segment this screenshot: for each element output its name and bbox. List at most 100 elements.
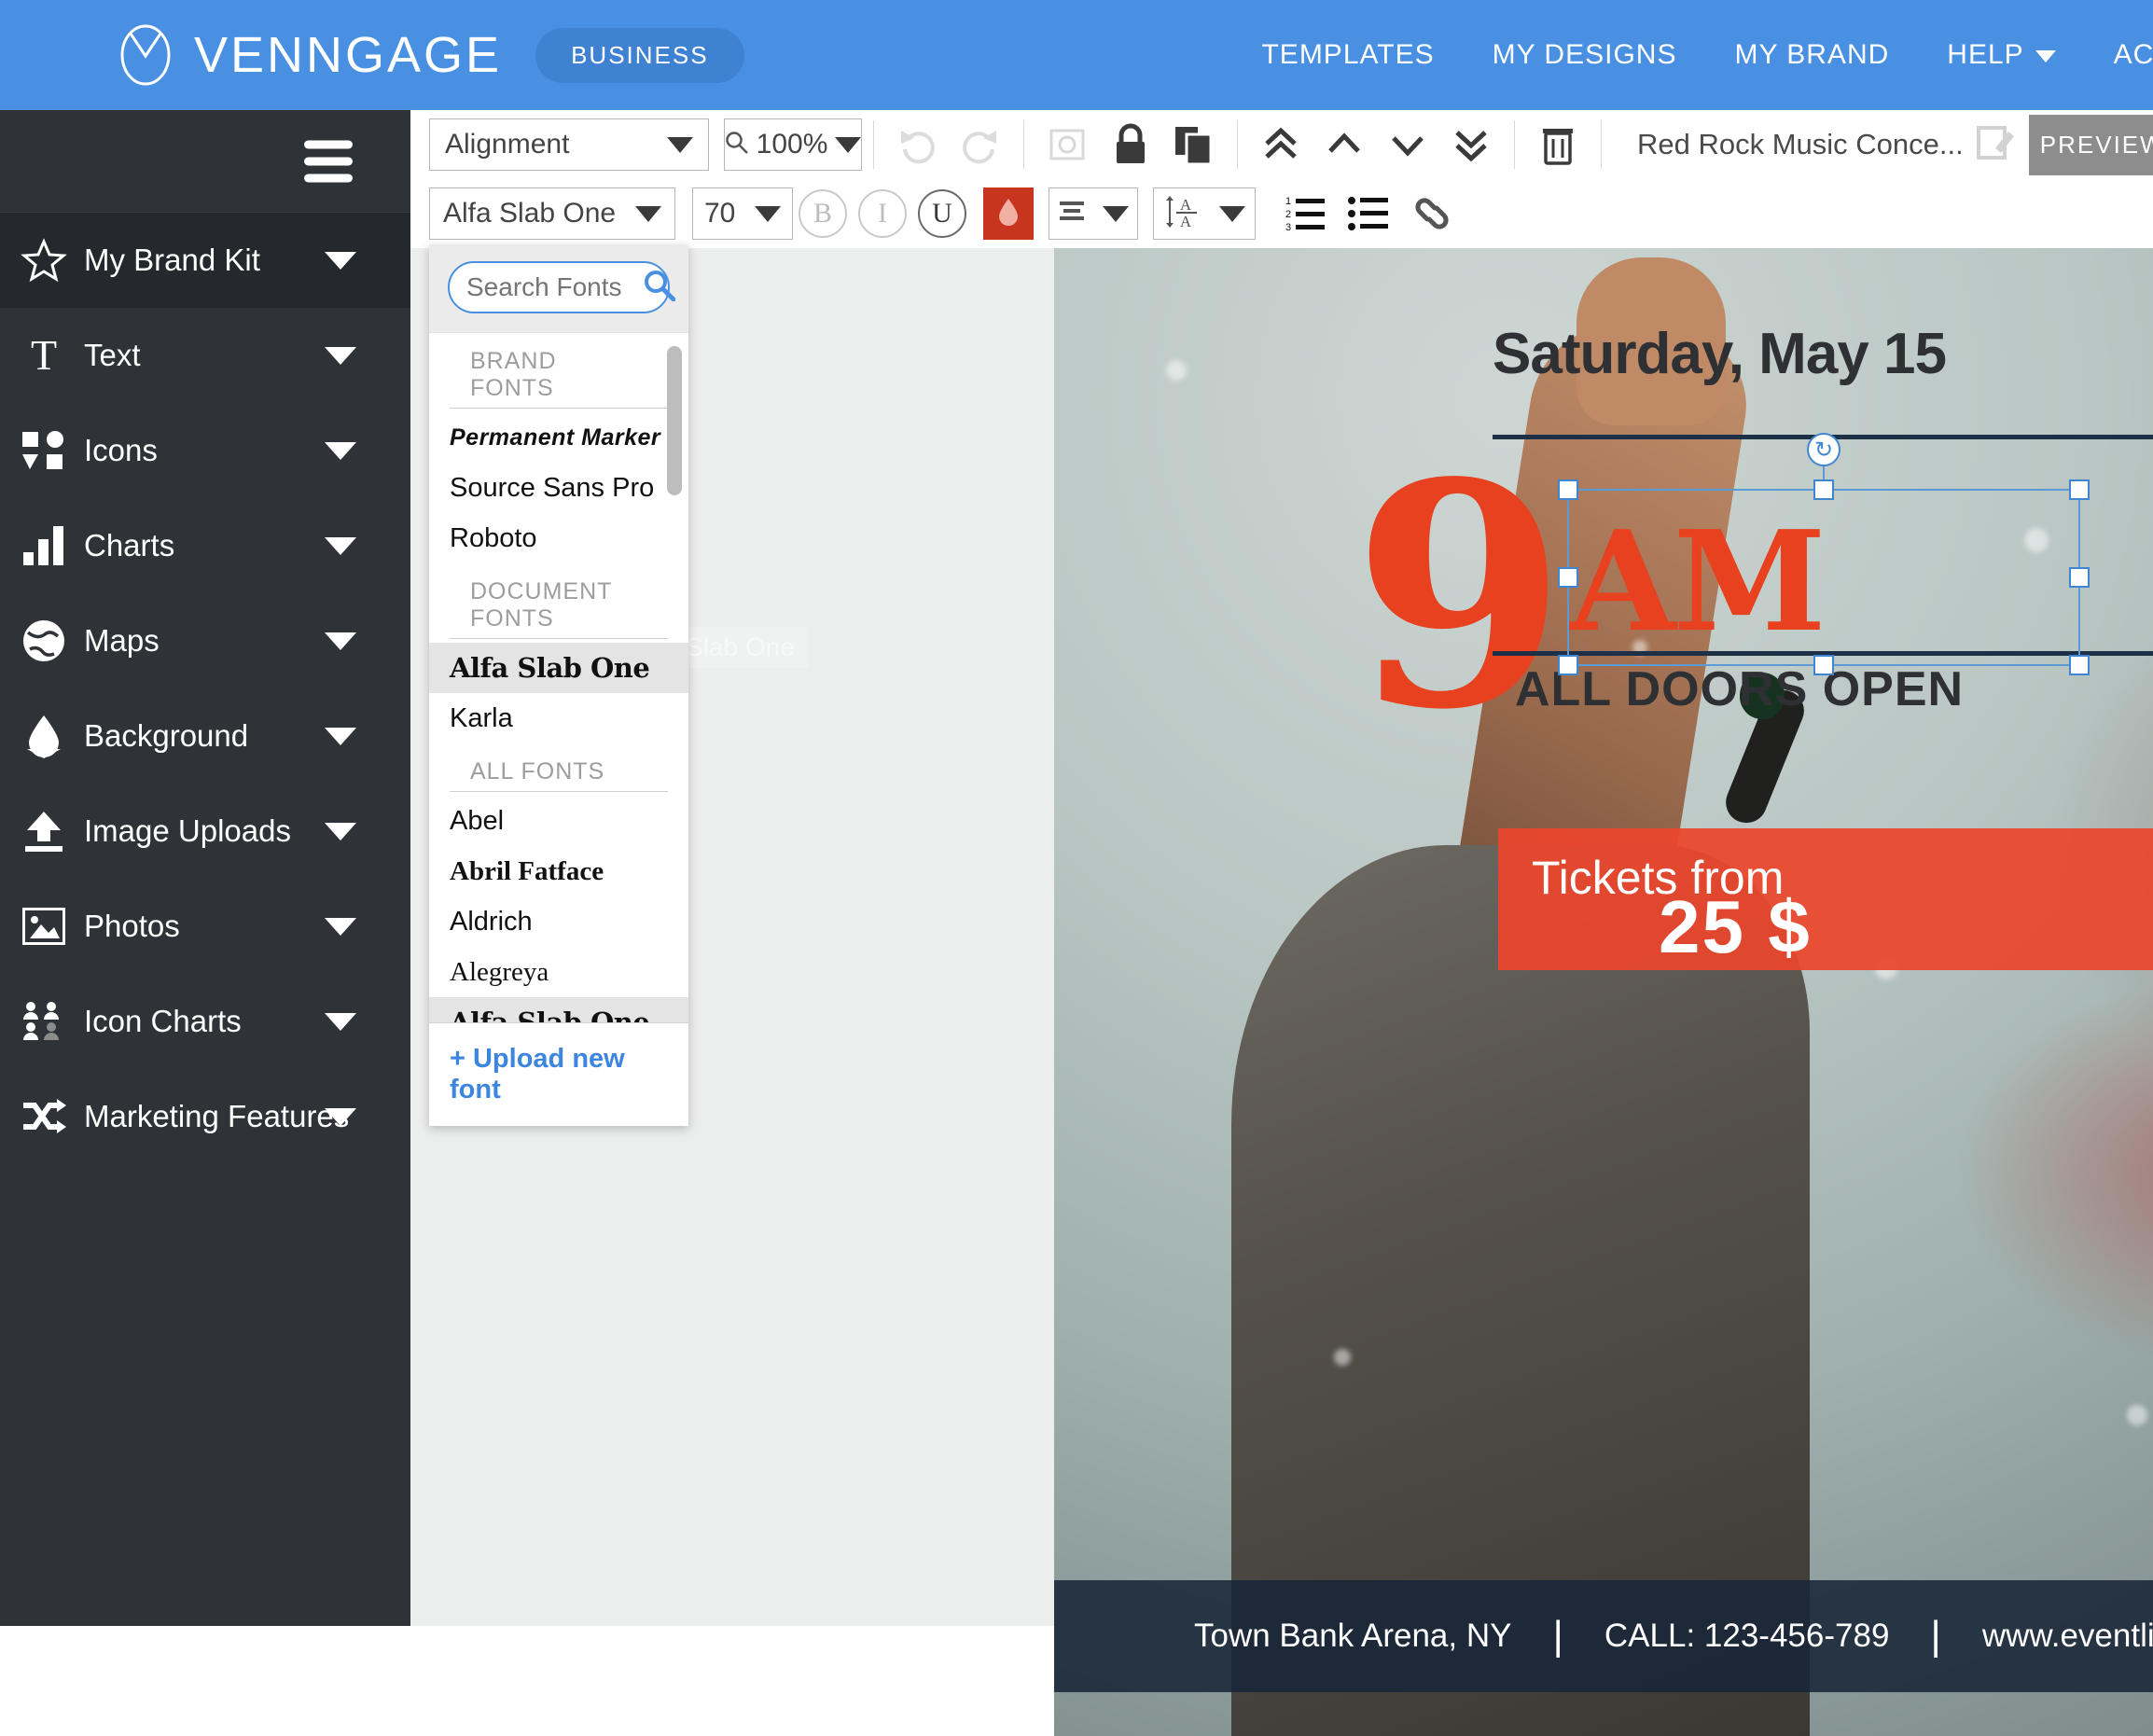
hamburger-icon[interactable] [304,140,353,182]
document-title[interactable]: Red Rock Music Conce... [1637,128,1964,161]
top-brand-bar: VENNGAGE BUSINESS TEMPLATES MY DESIGNS M… [0,0,2153,110]
svg-text:A: A [1180,213,1192,229]
globe-icon [4,619,84,662]
redo-icon[interactable] [951,116,1009,174]
sidebar-item-text[interactable]: T Text [0,308,410,403]
bold-button[interactable]: B [799,189,847,238]
italic-button[interactable]: I [858,189,907,238]
undo-icon[interactable] [888,116,946,174]
font-option[interactable]: Karla [429,693,688,743]
sidebar-item-background[interactable]: Background [0,688,410,784]
photo-icon [4,908,84,945]
search-input[interactable] [466,272,644,302]
upload-font-link[interactable]: + Upload new font [429,1022,688,1126]
lock-icon[interactable] [1102,116,1160,174]
resize-handle-bottom-left[interactable] [1558,655,1578,675]
chevron-down-icon [755,205,781,222]
venngage-logo[interactable]: VENNGAGE [119,24,502,86]
font-option-selected[interactable]: Alfa Slab One [429,997,688,1022]
toolbar-divider [1023,120,1024,169]
alignment-dropdown[interactable]: Alignment [429,118,709,171]
selection-bounding-box[interactable]: ↻ [1558,433,2090,675]
resize-handle-middle-right[interactable] [2069,567,2090,588]
search-icon[interactable] [644,270,676,306]
send-backward-icon[interactable] [1379,116,1437,174]
resize-handle-top-right[interactable] [2069,479,2090,500]
font-option[interactable]: Source Sans Pro [429,463,688,513]
sidebar-item-marketing-features[interactable]: Marketing Features [0,1069,410,1164]
nav-templates-label: TEMPLATES [1261,39,1435,70]
chevron-down-icon [1103,205,1129,222]
resize-handle-top-left[interactable] [1558,479,1578,500]
nav-help-label: HELP [1947,39,2024,70]
nav-my-brand[interactable]: MY BRAND [1734,39,1889,71]
underline-button[interactable]: U [918,189,966,238]
zoom-dropdown[interactable]: 100% [724,118,862,171]
star-outline-icon [4,238,84,283]
pencil-edit-icon[interactable] [1976,124,2014,166]
font-list-scrollbar[interactable] [667,346,682,495]
nav-templates[interactable]: TEMPLATES [1261,39,1434,71]
rotate-handle-icon[interactable]: ↻ [1807,433,1840,466]
crop-icon[interactable] [1038,116,1096,174]
text-align-icon [1058,198,1086,230]
line-height-dropdown[interactable]: A A [1153,187,1256,240]
font-family-dropdown[interactable]: Alfa Slab One [429,187,675,240]
sidebar-item-label: Photos [84,909,180,943]
link-icon[interactable] [1403,185,1461,243]
resize-handle-bottom-right[interactable] [2069,655,2090,675]
footer-separator: | [1552,1613,1563,1659]
font-search-box[interactable] [448,261,676,313]
nav-account[interactable]: ACC [2114,39,2153,71]
business-badge: BUSINESS [535,27,744,83]
line-height-icon: A A [1163,195,1201,233]
font-option[interactable]: Aldrich [429,896,688,947]
droplet-icon [4,714,84,758]
poster-ticket-box[interactable]: Tickets from 25 $ [1498,828,2153,970]
sidebar-item-icons[interactable]: Icons [0,403,410,498]
sidebar-item-label: Charts [84,528,175,562]
poster-date[interactable]: Saturday, May 15 [1493,321,1947,387]
resize-handle-bottom-center[interactable] [1813,655,1834,675]
sidebar-item-photos[interactable]: Photos [0,879,410,974]
font-option[interactable]: Alegreya [429,947,688,997]
bring-forward-icon[interactable] [1315,116,1373,174]
font-option-selected[interactable]: Alfa Slab One [429,643,688,693]
text-align-dropdown[interactable] [1049,187,1138,240]
duplicate-icon[interactable] [1165,116,1223,174]
font-option[interactable]: Abril Fatface [429,846,688,896]
toolbar-divider [1514,120,1515,169]
sidebar-item-maps[interactable]: Maps [0,593,410,688]
design-canvas[interactable]: Saturday, May 15 9 AM ALL DOORS OPEN Tic… [1054,248,2153,1736]
send-to-back-icon[interactable] [1442,116,1500,174]
font-option[interactable]: Roboto [429,513,688,563]
editor-toolbar: Alignment 100% Red Rock Music Conce... P… [410,110,2153,248]
sidebar-item-charts[interactable]: Charts [0,498,410,593]
sidebar-item-my-brand-kit[interactable]: My Brand Kit [0,213,410,308]
sidebar-item-label: Maps [84,623,160,658]
resize-handle-middle-left[interactable] [1558,567,1578,588]
bullet-list-icon[interactable] [1340,185,1397,243]
sidebar-item-label: Icons [84,433,158,467]
font-option[interactable]: Abel [429,796,688,846]
font-list[interactable]: BRAND FONTS Permanent Marker Source Sans… [429,332,688,1022]
nav-my-designs[interactable]: MY DESIGNS [1493,39,1677,71]
trash-icon[interactable] [1529,116,1587,174]
ordered-list-icon[interactable]: 1 2 3 [1276,185,1334,243]
nav-help[interactable]: HELP [1947,39,2056,71]
text-color-swatch[interactable] [983,187,1034,240]
font-size-dropdown[interactable]: 70 [692,187,793,240]
preview-button[interactable]: PREVIEW [2028,114,2153,175]
chevron-down-icon [325,1012,356,1031]
chevron-down-icon [635,205,661,222]
font-option[interactable]: Permanent Marker [429,412,688,463]
poster-footer-bar[interactable]: Town Bank Arena, NY | CALL: 123-456-789 … [1054,1580,2153,1692]
sidebar-item-icon-charts[interactable]: Icon Charts [0,974,410,1069]
bring-to-front-icon[interactable] [1252,116,1310,174]
resize-handle-top-center[interactable] [1813,479,1834,500]
poster-doors-text[interactable]: ALL DOORS OPEN [1515,661,1964,717]
font-dropdown-panel[interactable]: BRAND FONTS Permanent Marker Source Sans… [429,244,688,1126]
sidebar-item-image-uploads[interactable]: Image Uploads [0,784,410,879]
nav-my-designs-label: MY DESIGNS [1492,39,1677,70]
poster-background-photo [1054,248,2153,1736]
